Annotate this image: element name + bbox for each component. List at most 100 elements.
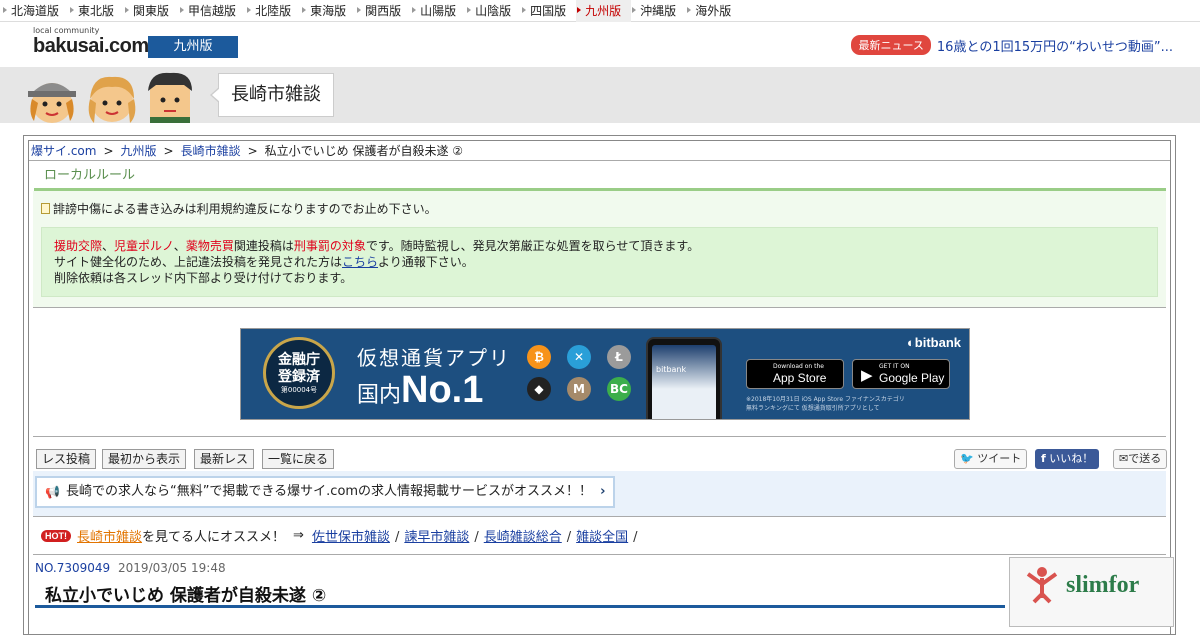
- related-board-link[interactable]: 長崎雑談総合: [484, 530, 562, 545]
- facebook-like-button[interactable]: f いいね！: [1035, 449, 1100, 469]
- warning-line-2: サイト健全化のため、上記違法投稿を発見された方はこちらより通報下さい。: [54, 254, 1145, 270]
- board-title: 長崎市雑談: [210, 73, 334, 117]
- from-start-button[interactable]: 最初から表示: [102, 449, 187, 469]
- related-links: 佐世保市雑談 / 諫早市雑談 / 長崎雑談総合 / 雑談全国 /: [312, 526, 643, 545]
- region-link[interactable]: 関西版: [356, 0, 411, 22]
- google-play-small: GET IT ON: [879, 363, 910, 370]
- google-play-label: Google Play: [879, 371, 945, 385]
- region-link[interactable]: 関東版: [124, 0, 179, 22]
- chevron-right-icon: ›: [600, 484, 606, 499]
- report-link[interactable]: こちら: [342, 255, 378, 269]
- region-link[interactable]: 甲信越版: [179, 0, 246, 22]
- ad-note-line: ※2018年10月31日 iOS App Store ファイナンスカテゴリ: [746, 396, 905, 403]
- warning-term: 援助交際: [54, 239, 103, 253]
- main-frame: 爆サイ.com > 九州版 > 長崎市雑談 > 私立小でいじめ 保護者が自殺未遂…: [23, 135, 1176, 635]
- megaphone-icon: 📢: [45, 485, 60, 499]
- site-logo[interactable]: local community bakusai.com: [33, 26, 149, 57]
- tweet-button[interactable]: 🐦 ツイート: [954, 449, 1028, 469]
- warning-text: です。随時監視し、発見次第厳正な処置を取らせて頂きます。: [365, 239, 700, 253]
- breadcrumb-separator: >: [247, 143, 258, 158]
- breadcrumb: 爆サイ.com > 九州版 > 長崎市雑談 > 私立小でいじめ 保護者が自殺未遂…: [29, 141, 1170, 161]
- warning-term: 刑事罰の対象: [293, 239, 366, 253]
- post-number[interactable]: NO.7309049: [35, 561, 110, 575]
- warning-text: より通報下さい。: [378, 255, 474, 269]
- facebook-icon: f: [1041, 452, 1046, 465]
- thread-post: NO.7309049 2019/03/05 19:48 私立小でいじめ 保護者が…: [33, 555, 1174, 627]
- ad-title: 仮想通貨アプリ: [357, 346, 511, 370]
- warning-text: 関連投稿は: [233, 239, 294, 253]
- related-board-link[interactable]: 諫早市雑談: [404, 530, 469, 545]
- ad-note-line: 無料ランキングにて 仮想通貨取引所アプリとして: [746, 405, 880, 412]
- latest-news[interactable]: 最新ニュース 16歳との1回15万円の“わいせつ動画”...: [851, 35, 1173, 55]
- related-text: を見てる人にオススメ！: [142, 530, 286, 545]
- coin-icon: ₿: [527, 345, 551, 369]
- mascot-faces-icon: [28, 72, 192, 123]
- ad-seal-line: 金融庁: [278, 352, 320, 368]
- phone-screen: [652, 345, 716, 419]
- bitbank-ad-banner[interactable]: 金融庁 登録済 第00004号 仮想通貨アプリ 国内No.1 ₿ ✕ Ł ◆ M BC b…: [240, 328, 970, 420]
- post-divider: [35, 605, 1005, 608]
- related-current-board[interactable]: 長崎市雑談: [77, 526, 142, 545]
- region-link[interactable]: 山陰版: [466, 0, 521, 22]
- ad-subtitle: 国内No.1: [357, 369, 483, 412]
- region-link[interactable]: 沖縄版: [631, 0, 686, 22]
- app-store-button[interactable]: Download on the App Store: [746, 359, 844, 389]
- warning-box: 援助交際、児童ポルノ、薬物売買関連投稿は刑事罰の対象です。随時監視し、発見次第厳…: [41, 227, 1158, 297]
- related-board-link[interactable]: 雑談全国: [576, 530, 628, 545]
- google-play-button[interactable]: ▶ GET IT ON Google Play: [852, 359, 950, 389]
- logo-text: bakusai.com: [33, 35, 149, 57]
- ad-brand-text: bitbank: [914, 335, 961, 350]
- phone-brand: bitbank: [656, 365, 687, 374]
- site-header: local community bakusai.com 九州版 最新ニュース 1…: [0, 22, 1200, 67]
- warning-term: 薬物売買: [185, 239, 234, 253]
- slimfor-ad[interactable]: slimfor: [1009, 557, 1174, 627]
- job-promo-link[interactable]: 📢 長崎での求人なら“無料”で掲載できる爆サイ.comの求人情報掲載サービスがオ…: [35, 476, 616, 508]
- region-link[interactable]: 東北版: [69, 0, 124, 22]
- post-date: 2019/03/05 19:48: [118, 561, 226, 575]
- local-rules-title: ローカルルール: [34, 161, 1166, 191]
- app-store-label: App Store: [773, 371, 827, 385]
- region-link[interactable]: 東海版: [301, 0, 356, 22]
- app-store-small: Download on the: [773, 363, 824, 370]
- breadcrumb-current: 私立小でいじめ 保護者が自殺未遂 ②: [264, 144, 464, 158]
- warning-term: 児童ポルノ: [114, 239, 174, 253]
- ad-seal-number: 第00004号: [280, 386, 318, 394]
- breadcrumb-home[interactable]: 爆サイ.com: [31, 142, 96, 159]
- thread-actions: レス投稿 最初から表示 最新レス 一覧に戻る 🐦 ツイート f いいね！ ✉で送…: [33, 437, 1168, 471]
- breadcrumb-separator: >: [163, 143, 174, 158]
- region-link[interactable]: 山陽版: [411, 0, 466, 22]
- link-separator: /: [633, 530, 638, 545]
- reply-button[interactable]: レス投稿: [36, 449, 97, 469]
- ad-seal: 金融庁 登録済 第00004号: [263, 337, 335, 409]
- news-headline-link[interactable]: 16歳との1回15万円の“わいせつ動画”...: [937, 36, 1173, 55]
- breadcrumb-region[interactable]: 九州版: [121, 142, 157, 159]
- warning-line-1: 援助交際、児童ポルノ、薬物売買関連投稿は刑事罰の対象です。随時監視し、発見次第厳…: [54, 238, 1145, 254]
- link-separator: /: [394, 530, 400, 545]
- twitter-icon: 🐦: [960, 452, 974, 465]
- mail-send-button[interactable]: ✉で送る: [1113, 449, 1168, 469]
- region-link[interactable]: 海外版: [686, 0, 741, 22]
- rule-notice-text: 誹謗中傷による書き込みは利用規約違反になりますのでお止め下さい。: [53, 202, 437, 216]
- hot-badge: HOT!: [41, 529, 71, 542]
- ad-subtitle-big: No.1: [401, 369, 484, 411]
- region-link[interactable]: 四国版: [521, 0, 576, 22]
- region-link[interactable]: 北陸版: [246, 0, 301, 22]
- breadcrumb-separator: >: [103, 143, 114, 158]
- back-to-list-button[interactable]: 一覧に戻る: [262, 449, 335, 469]
- edition-badge[interactable]: 九州版: [148, 36, 238, 58]
- content-panel: 爆サイ.com > 九州版 > 長崎市雑談 > 私立小でいじめ 保護者が自殺未遂…: [28, 140, 1174, 634]
- warning-sep: 、: [173, 239, 186, 253]
- related-board-link[interactable]: 佐世保市雑談: [312, 530, 390, 545]
- breadcrumb-board[interactable]: 長崎市雑談: [181, 142, 241, 159]
- tweet-label: ツイート: [977, 452, 1022, 465]
- promo-bar: 📢 長崎での求人なら“無料”で掲載できる爆サイ.comの求人情報掲載サービスがオ…: [33, 471, 1166, 517]
- link-separator: /: [474, 530, 479, 545]
- warning-text: サイト健全化のため、上記違法投稿を発見された方は: [54, 255, 343, 269]
- region-link[interactable]: 北海道版: [2, 0, 69, 22]
- latest-button[interactable]: 最新レス: [194, 449, 255, 469]
- coin-icon: M: [567, 377, 591, 401]
- region-link[interactable]: 九州版: [576, 0, 632, 22]
- ad-brand: ◐bitbank: [906, 335, 961, 350]
- coin-icon: Ł: [607, 345, 631, 369]
- coin-icon: ◆: [527, 377, 551, 401]
